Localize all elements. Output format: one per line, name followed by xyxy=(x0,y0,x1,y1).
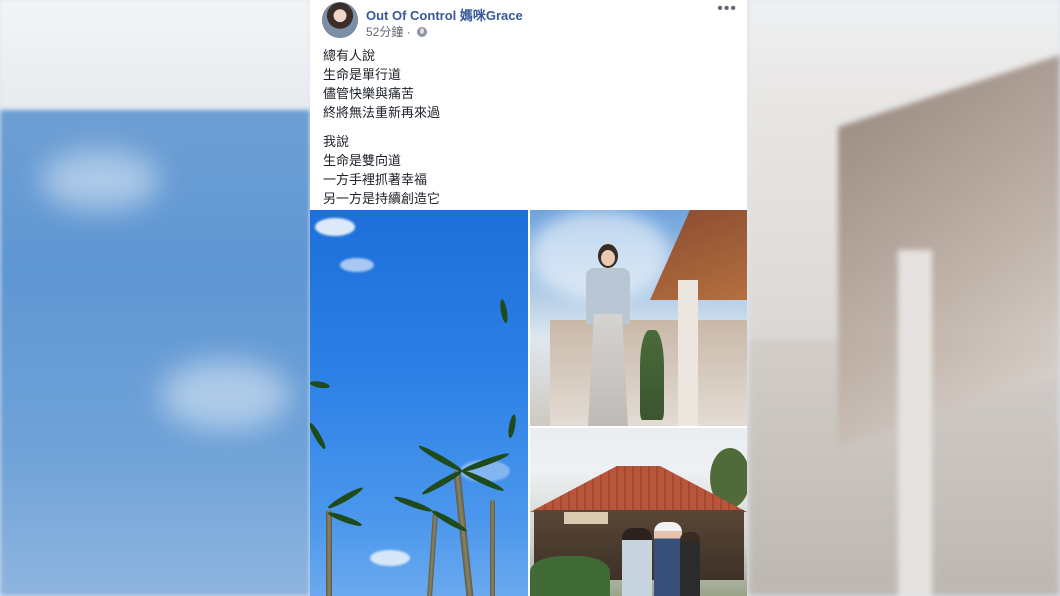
photo-family-red-roof-shop[interactable] xyxy=(530,428,747,596)
palm-trunk xyxy=(326,510,332,596)
palm-frond xyxy=(310,421,328,451)
shop-sign xyxy=(564,512,608,524)
post-paragraph: 我說 生命是雙向道 一方手裡抓著幸福 另一方是持續創造它 xyxy=(323,132,733,208)
person-man xyxy=(654,522,682,596)
facebook-post: Out Of Control 媽咪Grace 52分鐘 · ••• 總有人說 生… xyxy=(310,0,747,596)
post-line: 生命是單行道 xyxy=(323,67,402,82)
post-meta: 52分鐘 · xyxy=(366,23,428,40)
palm-trunk xyxy=(490,500,495,596)
photo-woman-denim-jacket-building[interactable] xyxy=(530,210,747,426)
post-line: 生命是雙向道 xyxy=(323,153,402,168)
post-line: 總有人說 xyxy=(323,48,376,63)
blurred-background-left xyxy=(0,0,310,596)
meta-separator: · xyxy=(406,25,411,39)
background-pillar xyxy=(898,250,932,596)
post-line: 終將無法重新再來過 xyxy=(323,105,441,120)
post-line: 另一方是持續創造它 xyxy=(323,191,441,206)
palm-trunk xyxy=(426,509,439,596)
blurred-background-right xyxy=(748,0,1060,596)
post-line: 我說 xyxy=(323,134,350,149)
woman-figure xyxy=(582,244,634,426)
cloud xyxy=(370,550,410,566)
palm-frond xyxy=(310,380,331,390)
post-line: 一方手裡抓著幸福 xyxy=(323,172,428,187)
person-child xyxy=(680,532,700,596)
palm-frond xyxy=(326,485,365,511)
post-text: 總有人說 生命是單行道 儘管快樂與痛苦 終將無法重新再來過 我說 生命是雙向道 … xyxy=(323,46,733,218)
cloud xyxy=(315,218,355,236)
post-line: 儘管快樂與痛苦 xyxy=(323,86,415,101)
more-options-icon[interactable]: ••• xyxy=(717,1,737,17)
photo-blue-sky-palm-trees[interactable] xyxy=(310,210,528,596)
background-cloud xyxy=(160,360,290,430)
post-header: Out Of Control 媽咪Grace 52分鐘 · ••• xyxy=(322,1,737,40)
building-pillar xyxy=(678,280,698,426)
palm-frond xyxy=(417,443,464,474)
palm-frond xyxy=(498,298,509,324)
bushes xyxy=(530,556,610,596)
palm-tree xyxy=(640,330,664,420)
post-paragraph: 總有人說 生命是單行道 儘管快樂與痛苦 終將無法重新再來過 xyxy=(323,46,733,122)
author-name[interactable]: Out Of Control 媽咪Grace xyxy=(366,5,523,24)
cloud xyxy=(340,258,374,272)
avatar[interactable] xyxy=(322,2,358,38)
person-woman xyxy=(622,528,652,596)
background-cloud xyxy=(40,150,160,210)
globe-icon[interactable] xyxy=(417,27,428,37)
palm-frond xyxy=(507,413,518,439)
palm-trunk xyxy=(453,469,474,596)
palm-frond xyxy=(393,494,434,514)
background-haze xyxy=(0,0,310,110)
palm-frond xyxy=(326,510,363,529)
post-timestamp[interactable]: 52分鐘 xyxy=(366,25,403,39)
